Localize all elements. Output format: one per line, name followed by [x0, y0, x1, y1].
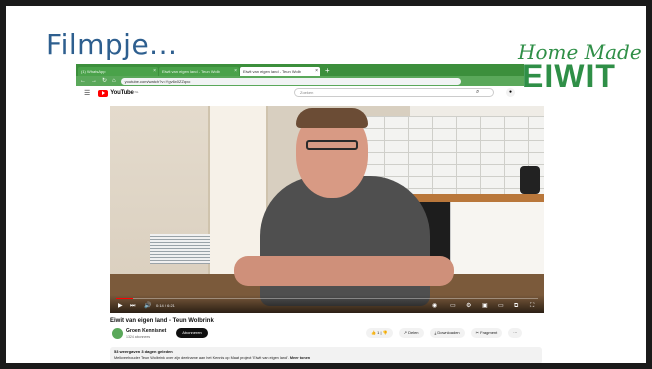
channel-avatar[interactable]	[112, 328, 123, 339]
search-input[interactable]: Zoeken	[294, 88, 494, 97]
view-meta: 53 weergaven 3 dagen geleden	[114, 349, 173, 354]
share-button[interactable]: ↗ Delen	[398, 328, 424, 338]
close-icon[interactable]: ×	[153, 68, 156, 74]
video-title: Eiwit van eigen land - Teun Wolbrink	[110, 318, 214, 324]
tab-video-1[interactable]: Eiwit van eigen land - Teun Wolb ×	[159, 67, 239, 76]
close-icon[interactable]: ×	[315, 68, 318, 74]
tab-whatsapp[interactable]: (1) WhatsApp ×	[78, 67, 158, 76]
more-actions-button[interactable]: ···	[508, 328, 523, 338]
close-icon[interactable]: ×	[234, 68, 237, 74]
miniplayer-icon[interactable]: ▣	[482, 303, 488, 309]
volume-icon[interactable]: 🔊	[144, 303, 151, 309]
like-count: 1	[377, 330, 380, 335]
progress-fill	[116, 298, 133, 299]
video-frame-papers	[150, 234, 210, 264]
autoplay-toggle-icon[interactable]: ◉	[432, 303, 437, 309]
time-display: 0:14 / 6:21	[156, 303, 175, 308]
country-code: NL	[134, 89, 139, 94]
tab-video-2[interactable]: Eiwit van eigen land - Teun Wolb ×	[240, 67, 320, 76]
download-label: Downloaden	[437, 330, 460, 335]
url-field[interactable]: youtube.com/watch?v=Ygv6x0ZZqxo	[120, 77, 461, 85]
video-frame-lower-cabinet	[450, 202, 544, 282]
video-frame-arms	[234, 256, 454, 286]
microphone-icon[interactable]: ●	[506, 88, 515, 97]
settings-gear-icon[interactable]: ⚙	[466, 303, 471, 309]
next-icon[interactable]: ⏭	[130, 303, 135, 309]
home-icon[interactable]: ⌂	[112, 78, 116, 84]
reload-icon[interactable]: ↻	[102, 78, 107, 84]
tab-bar: (1) WhatsApp × Eiwit van eigen land - Te…	[76, 64, 524, 76]
description-text: Melkveehouder Teun Wolbrink over zijn de…	[114, 356, 538, 360]
browser-window: (1) WhatsApp × Eiwit van eigen land - Te…	[76, 64, 544, 363]
download-button[interactable]: ⤓ Downloaden	[429, 328, 465, 338]
new-tab-button[interactable]: +	[325, 66, 330, 76]
back-arrow-icon[interactable]: ←	[80, 78, 86, 84]
address-bar: ← → ↻ ⌂ youtube.com/watch?v=Ygv6x0ZZqxo	[76, 76, 524, 86]
cast-icon[interactable]: ⧉	[514, 303, 518, 309]
theater-mode-icon[interactable]: ▭	[498, 303, 504, 309]
video-frame-kettle	[520, 166, 540, 194]
thumbs-down-icon[interactable]: | 👎	[380, 330, 387, 335]
slide-title: Filmpje...	[46, 28, 178, 61]
like-button[interactable]: 👍 1 | 👎	[366, 328, 393, 338]
video-player[interactable]: ▶ ⏭ 🔊 0:14 / 6:21 ◉ ▭ ⚙ ▣ ▭ ⧉ ⛶	[110, 106, 544, 313]
search-icon[interactable]: ⌕	[476, 89, 479, 96]
player-controls: ▶ ⏭ 🔊 0:14 / 6:21 ◉ ▭ ⚙ ▣ ▭ ⧉ ⛶	[110, 295, 544, 313]
tab-label: Eiwit van eigen land - Teun Wolb	[243, 69, 301, 74]
logo-text-bottom: EIWIT	[522, 58, 616, 94]
youtube-header: ☰ YouTube NL Zoeken ⌕ ●	[76, 86, 524, 100]
slide: Filmpje... Home Made EIWIT (1) WhatsApp …	[6, 6, 646, 363]
description-body: Melkveehouder Teun Wolbrink over zijn de…	[114, 356, 289, 360]
show-more-link[interactable]: Meer tonen	[290, 356, 310, 360]
share-label: Delen	[408, 330, 419, 335]
subscriber-count: 1324 abonnees	[126, 335, 151, 339]
fullscreen-icon[interactable]: ⛶	[530, 303, 534, 309]
video-frame-glasses	[306, 140, 358, 150]
youtube-logo-icon[interactable]	[98, 89, 109, 97]
youtube-brand[interactable]: YouTube	[110, 90, 134, 96]
channel-name[interactable]: Groen Kennisnet	[126, 328, 166, 334]
progress-bar[interactable]	[116, 298, 538, 299]
clip-button[interactable]: ✂ Fragment	[470, 328, 503, 338]
clip-label: Fragment	[480, 330, 498, 335]
home-made-eiwit-logo: Home Made EIWIT	[518, 40, 642, 100]
forward-arrow-icon[interactable]: →	[91, 78, 97, 84]
menu-icon[interactable]: ☰	[84, 89, 90, 97]
subscribe-button[interactable]: Abonneren	[176, 328, 208, 338]
tab-label: (1) WhatsApp	[81, 69, 106, 74]
tab-label: Eiwit van eigen land - Teun Wolb	[162, 69, 220, 74]
video-frame-person-hair	[296, 108, 368, 128]
subtitles-icon[interactable]: ▭	[450, 303, 456, 309]
video-actions: 👍 1 | 👎 ↗ Delen ⤓ Downloaden ✂ Fragment …	[366, 328, 523, 338]
description-box[interactable]: 53 weergaven 3 dagen geleden Melkveehoud…	[110, 347, 542, 363]
play-icon[interactable]: ▶	[118, 303, 123, 309]
thumbs-up-icon: 👍	[371, 330, 376, 335]
